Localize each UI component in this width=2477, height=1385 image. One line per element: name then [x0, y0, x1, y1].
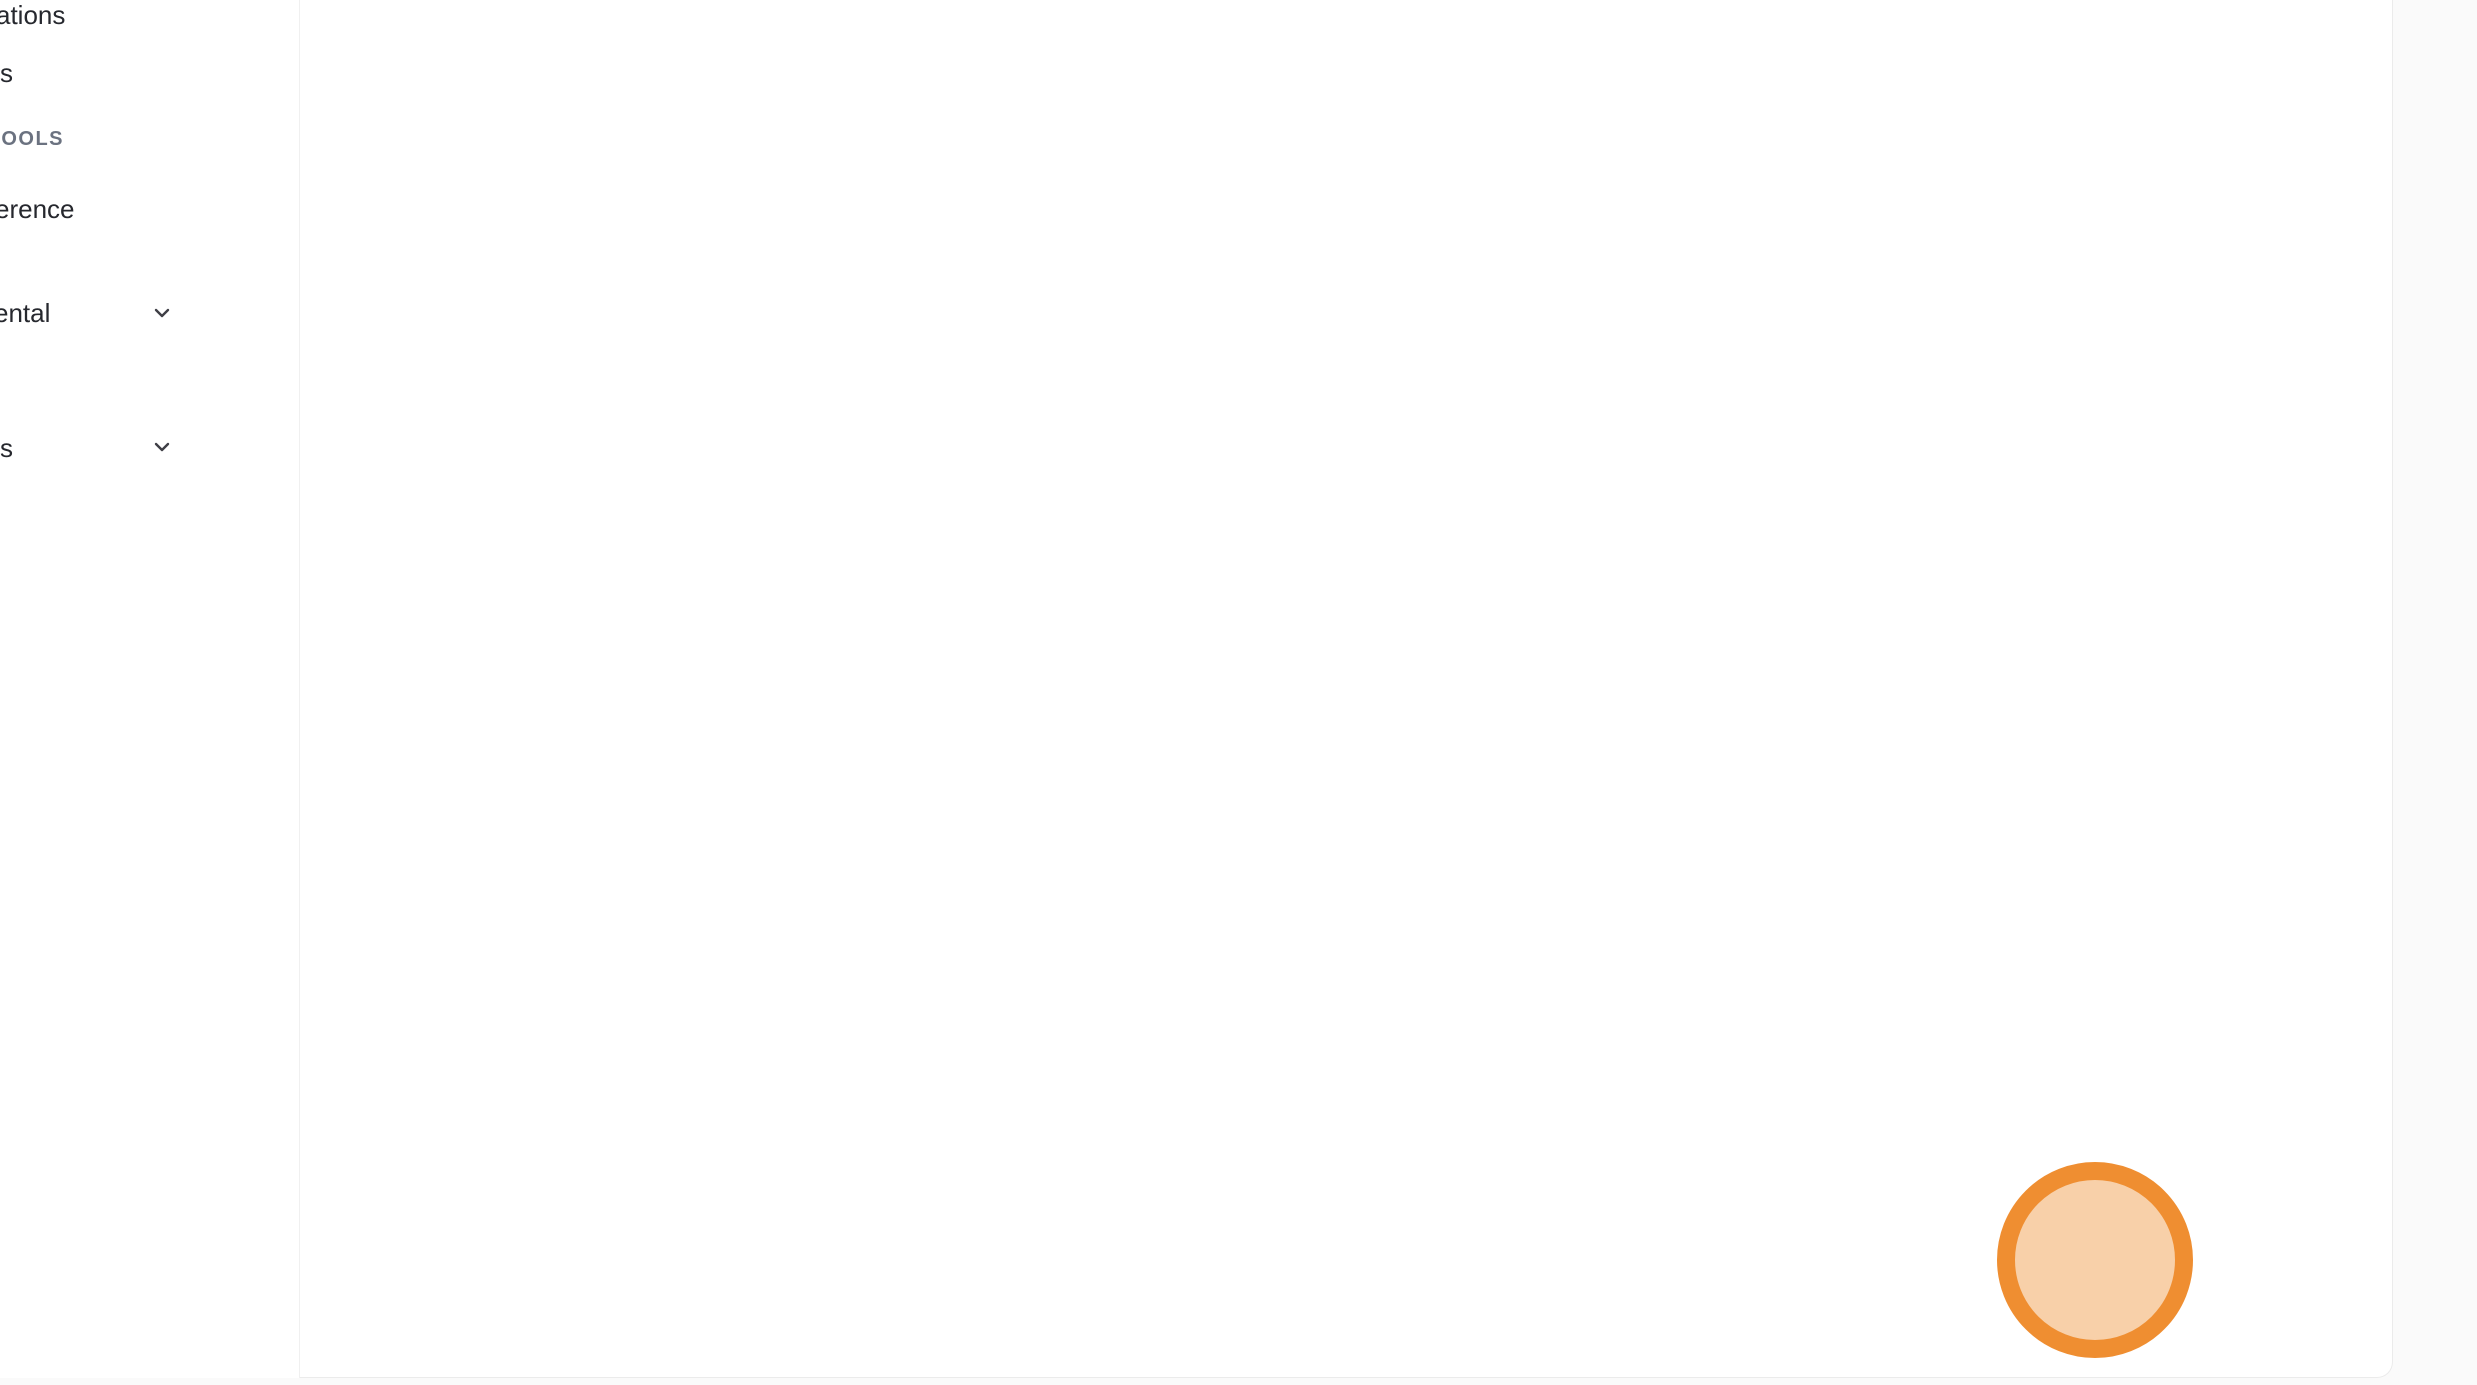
- page-background: ations s TOOLS erence ental s The model …: [0, 0, 2477, 1385]
- sidebar-item-users[interactable]: s: [0, 58, 13, 89]
- sidebar-item-experimental[interactable]: ental: [0, 298, 50, 329]
- sidebar-section-tools: TOOLS: [0, 128, 64, 151]
- sidebar-item-settings[interactable]: s: [0, 433, 13, 464]
- sidebar: ations s TOOLS erence ental s: [0, 0, 300, 1378]
- add-model-form-card: [300, 0, 2393, 1378]
- chevron-down-icon[interactable]: [150, 435, 174, 459]
- chevron-down-icon[interactable]: [150, 301, 174, 325]
- sidebar-item-organizations[interactable]: ations: [0, 0, 65, 31]
- sidebar-item-api-reference[interactable]: erence: [0, 194, 75, 225]
